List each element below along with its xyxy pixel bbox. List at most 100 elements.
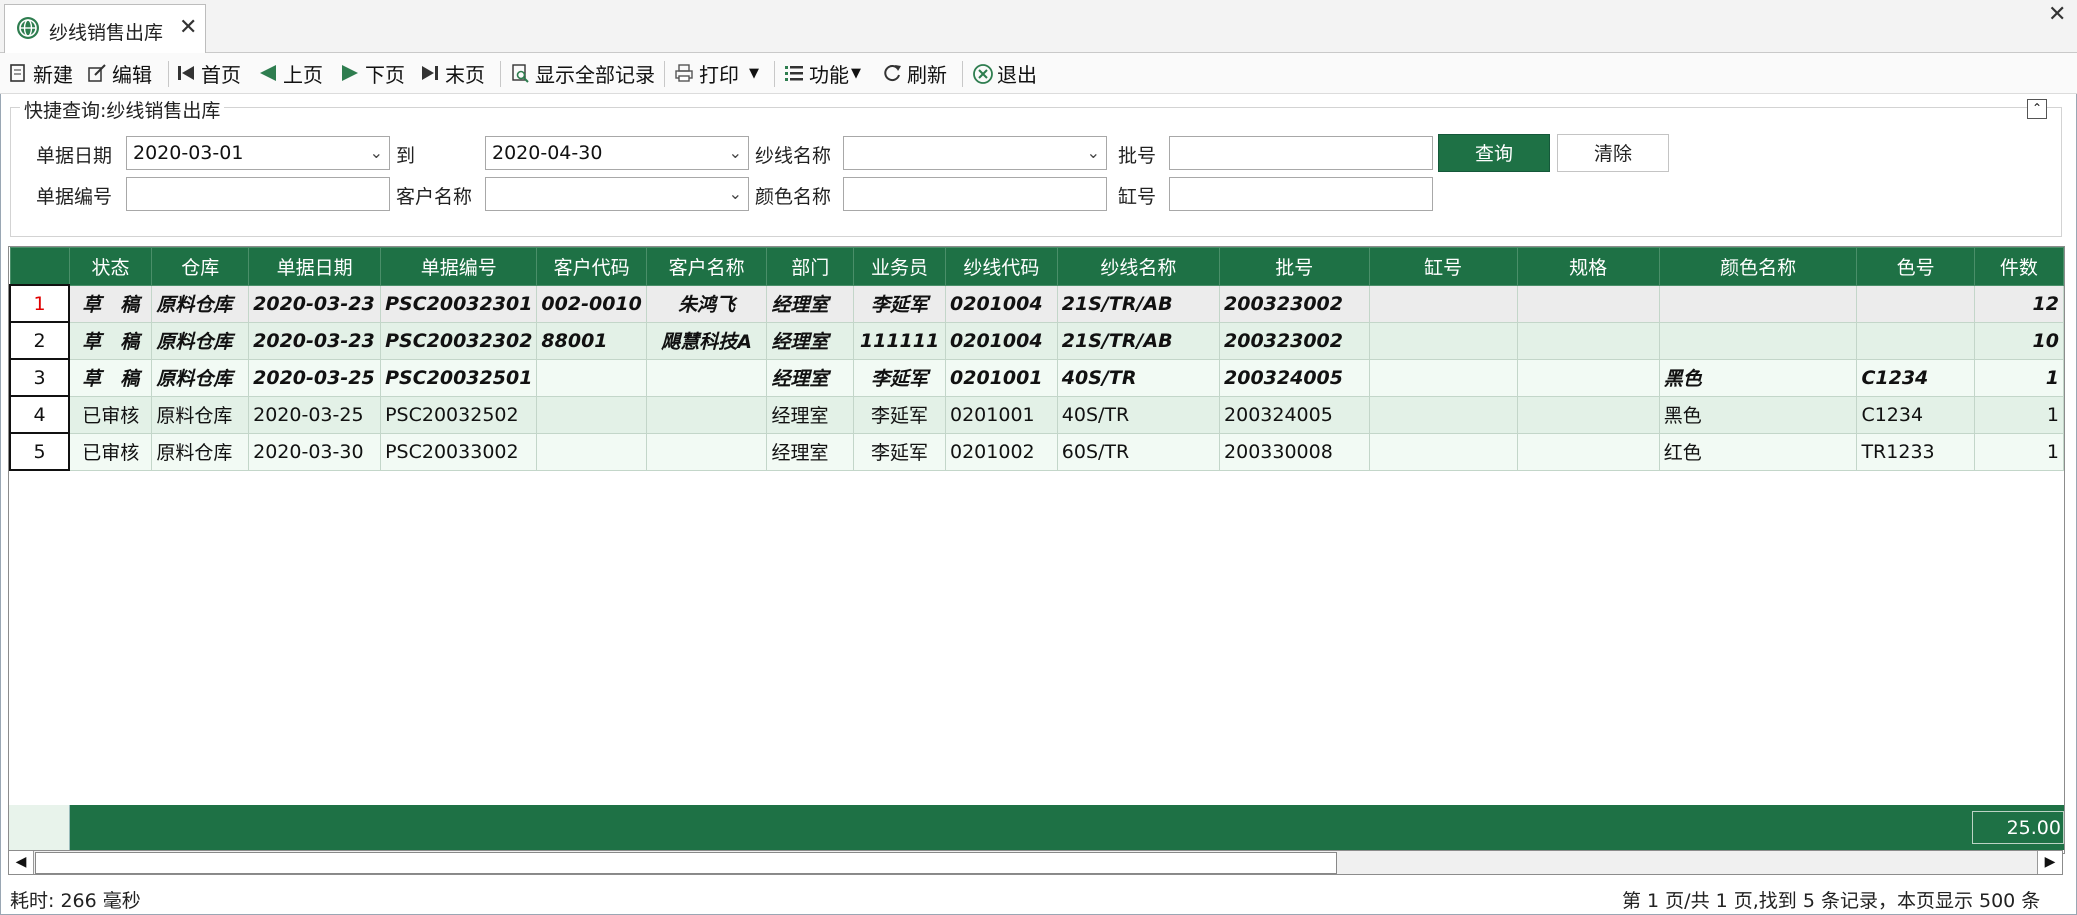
cell-cust-name[interactable]: 朱鸿飞 (645, 284, 768, 323)
cell-color-name[interactable]: 黑色 (1658, 358, 1858, 397)
prev-page-button[interactable]: 上页 (258, 59, 323, 87)
cell-yarn-name[interactable]: 21S/TR/AB (1056, 284, 1221, 323)
cell-sales[interactable]: 李延军 (853, 358, 946, 397)
cell-warehouse[interactable]: 原料仓库 (151, 358, 250, 397)
cell-spec[interactable] (1516, 395, 1660, 434)
cell-batch[interactable]: 200324005 (1219, 358, 1370, 397)
table-row[interactable]: 5 已审核 原料仓库 2020-03-30 PSC20033002 经理室 李延… (9, 432, 2064, 471)
cell-pieces[interactable]: 1 (1973, 358, 2064, 397)
cell-color-no[interactable]: TR1233 (1856, 432, 1975, 471)
cell-batch[interactable]: 200330008 (1219, 432, 1370, 471)
cell-cust-code[interactable]: 002-0010 (536, 284, 647, 323)
functions-button[interactable]: 功能 ▼ (784, 59, 861, 87)
tab-close-icon[interactable]: ✕ (179, 15, 197, 40)
cell-date[interactable]: 2020-03-23 (248, 321, 382, 360)
cell-dept[interactable]: 经理室 (766, 395, 855, 434)
column-header[interactable]: 客户名称 (645, 247, 768, 286)
yarn-name-field[interactable]: ⌄ (843, 136, 1107, 170)
cell-doc-no[interactable]: PSC20032501 (380, 358, 538, 397)
cell-dept[interactable]: 经理室 (766, 432, 855, 471)
scrollbar-thumb[interactable] (35, 852, 1337, 874)
first-page-button[interactable]: 首页 (176, 59, 241, 87)
column-header[interactable]: 仓库 (151, 247, 250, 286)
cell-vat[interactable] (1368, 395, 1518, 434)
cell-warehouse[interactable]: 原料仓库 (151, 395, 250, 434)
row-number[interactable]: 4 (9, 395, 71, 434)
cell-yarn-code[interactable]: 0201004 (945, 321, 1058, 360)
cell-color-name[interactable]: 红色 (1658, 432, 1858, 471)
cell-yarn-name[interactable]: 60S/TR (1056, 432, 1221, 471)
cell-dept[interactable]: 经理室 (766, 321, 855, 360)
cell-vat[interactable] (1368, 432, 1518, 471)
cell-warehouse[interactable]: 原料仓库 (151, 321, 250, 360)
date-from-field[interactable]: 2020-03-01 ⌄ (126, 136, 390, 170)
cell-status[interactable]: 已审核 (68, 395, 153, 434)
cell-color-name[interactable] (1658, 284, 1858, 323)
cell-status[interactable]: 草 稿 (68, 358, 153, 397)
column-header[interactable]: 颜色名称 (1658, 247, 1858, 286)
cell-spec[interactable] (1516, 432, 1660, 471)
column-header[interactable]: 色号 (1856, 247, 1975, 286)
last-page-button[interactable]: 末页 (420, 59, 485, 87)
tab-yarn-sales-out[interactable]: 纱线销售出库 ✕ (4, 4, 206, 53)
horizontal-scrollbar[interactable]: ◀ ▶ (8, 850, 2063, 875)
cell-vat[interactable] (1368, 358, 1518, 397)
cell-cust-code[interactable]: 88001 (536, 321, 647, 360)
column-header[interactable]: 件数 (1973, 247, 2064, 286)
exit-button[interactable]: 退出 (972, 59, 1037, 87)
edit-button[interactable]: 编辑 (87, 59, 152, 87)
cell-date[interactable]: 2020-03-30 (248, 432, 382, 471)
doc-no-field[interactable] (126, 177, 390, 211)
row-number[interactable]: 1 (9, 284, 71, 323)
new-button[interactable]: 新建 (8, 59, 73, 87)
cell-doc-no[interactable]: PSC20032502 (380, 395, 538, 434)
cell-color-name[interactable]: 黑色 (1658, 395, 1858, 434)
cell-yarn-code[interactable]: 0201002 (945, 432, 1058, 471)
column-header[interactable]: 客户代码 (536, 247, 647, 286)
row-number[interactable]: 5 (9, 432, 71, 471)
cell-status[interactable]: 草 稿 (68, 321, 153, 360)
cell-cust-name[interactable] (645, 395, 768, 434)
cell-spec[interactable] (1516, 321, 1660, 360)
cell-batch[interactable]: 200324005 (1219, 395, 1370, 434)
window-close-icon[interactable]: ✕ (2048, 2, 2066, 27)
color-field[interactable] (843, 177, 1107, 211)
cell-warehouse[interactable]: 原料仓库 (151, 284, 250, 323)
cell-date[interactable]: 2020-03-25 (248, 358, 382, 397)
cell-date[interactable]: 2020-03-25 (248, 395, 382, 434)
column-header[interactable]: 业务员 (853, 247, 946, 286)
collapse-icon[interactable]: ⌃ (2027, 99, 2047, 119)
cell-cust-name[interactable] (645, 358, 768, 397)
column-header[interactable]: 规格 (1516, 247, 1660, 286)
cell-dept[interactable]: 经理室 (766, 358, 855, 397)
column-header[interactable]: 部门 (766, 247, 855, 286)
cell-status[interactable]: 草 稿 (68, 284, 153, 323)
cell-warehouse[interactable]: 原料仓库 (151, 432, 250, 471)
date-to-field[interactable]: 2020-04-30 ⌄ (485, 136, 749, 170)
cell-yarn-code[interactable]: 0201001 (945, 395, 1058, 434)
scroll-left-icon[interactable]: ◀ (9, 851, 34, 874)
column-header[interactable]: 纱线代码 (945, 247, 1058, 286)
cell-date[interactable]: 2020-03-23 (248, 284, 382, 323)
cell-cust-code[interactable] (536, 358, 647, 397)
cell-spec[interactable] (1516, 358, 1660, 397)
cell-cust-code[interactable] (536, 432, 647, 471)
table-row[interactable]: 1 草 稿 原料仓库 2020-03-23 PSC20032301 002-00… (9, 284, 2064, 323)
cell-doc-no[interactable]: PSC20032302 (380, 321, 538, 360)
cell-sales[interactable]: 111111 (853, 321, 946, 360)
customer-field[interactable]: ⌄ (485, 177, 749, 211)
column-header[interactable]: 纱线名称 (1056, 247, 1221, 286)
table-row[interactable]: 2 草 稿 原料仓库 2020-03-23 PSC20032302 88001 … (9, 321, 2064, 360)
cell-sales[interactable]: 李延军 (853, 284, 946, 323)
column-header[interactable]: 单据日期 (248, 247, 382, 286)
chevron-down-icon[interactable]: ⌄ (729, 137, 742, 169)
cell-sales[interactable]: 李延军 (853, 395, 946, 434)
cell-yarn-name[interactable]: 21S/TR/AB (1056, 321, 1221, 360)
cell-dept[interactable]: 经理室 (766, 284, 855, 323)
scroll-right-icon[interactable]: ▶ (2037, 851, 2062, 874)
table-row[interactable]: 3 草 稿 原料仓库 2020-03-25 PSC20032501 经理室 李延… (9, 358, 2064, 397)
cell-yarn-code[interactable]: 0201004 (945, 284, 1058, 323)
cell-yarn-name[interactable]: 40S/TR (1056, 358, 1221, 397)
cell-pieces[interactable]: 10 (1973, 321, 2064, 360)
cell-spec[interactable] (1516, 284, 1660, 323)
